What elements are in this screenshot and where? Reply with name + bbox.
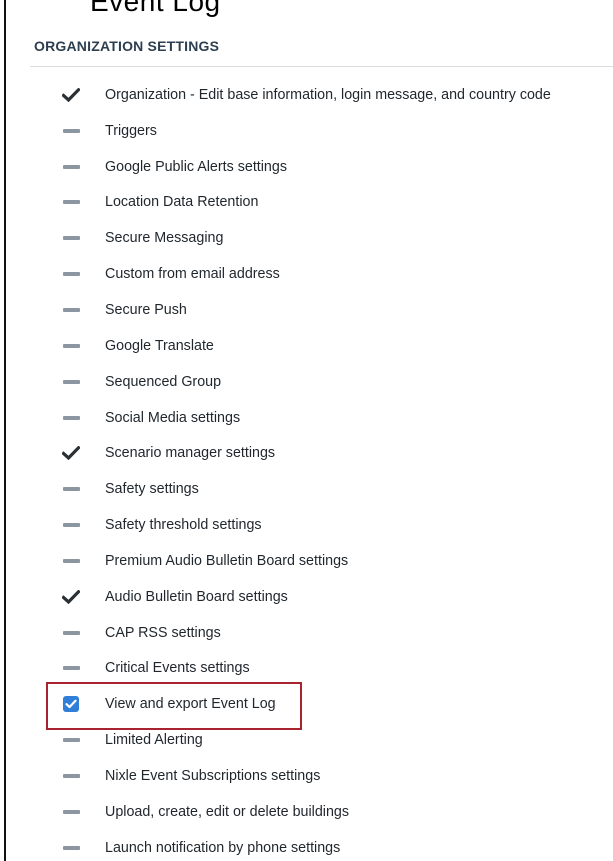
setting-row: Critical Events settings bbox=[0, 651, 613, 687]
setting-label: Critical Events settings bbox=[105, 660, 250, 677]
dash-icon bbox=[61, 838, 81, 858]
setting-row: Launch notification by phone settings bbox=[0, 830, 613, 861]
dash-icon bbox=[61, 300, 81, 320]
setting-row: Audio Bulletin Board settings bbox=[0, 579, 613, 615]
setting-label: Google Translate bbox=[105, 337, 214, 354]
setting-label: Social Media settings bbox=[105, 409, 241, 426]
setting-label: Safety threshold settings bbox=[105, 517, 262, 534]
dash-icon bbox=[61, 766, 81, 786]
setting-label: Secure Push bbox=[105, 301, 187, 318]
setting-label: Organization - Edit base information, lo… bbox=[105, 86, 551, 103]
organization-settings-page: Event Log ORGANIZATION SETTINGS Organiza… bbox=[0, 0, 613, 861]
setting-row: Social Media settings bbox=[0, 400, 613, 436]
dash-icon bbox=[61, 515, 81, 535]
highlight-annotation-box bbox=[46, 682, 302, 730]
setting-label: Premium Audio Bulletin Board settings bbox=[105, 552, 349, 569]
dash-icon bbox=[61, 658, 81, 678]
setting-label: Sequenced Group bbox=[105, 373, 222, 390]
setting-row: Secure Messaging bbox=[0, 220, 613, 256]
dash-icon bbox=[61, 730, 81, 750]
section-divider bbox=[30, 66, 613, 67]
dash-icon bbox=[61, 228, 81, 248]
dash-icon bbox=[61, 551, 81, 571]
checkmark-icon bbox=[61, 85, 81, 105]
setting-label: Google Public Alerts settings bbox=[105, 158, 287, 175]
setting-row: Custom from email address bbox=[0, 256, 613, 292]
setting-row: Premium Audio Bulletin Board settings bbox=[0, 543, 613, 579]
setting-label: Triggers bbox=[105, 122, 157, 139]
setting-label: Limited Alerting bbox=[105, 732, 203, 749]
setting-row: Google Translate bbox=[0, 328, 613, 364]
setting-label: Scenario manager settings bbox=[105, 445, 276, 462]
dash-icon bbox=[61, 121, 81, 141]
setting-row: Sequenced Group bbox=[0, 364, 613, 400]
setting-row: Upload, create, edit or delete buildings bbox=[0, 794, 613, 830]
dash-icon bbox=[61, 479, 81, 499]
cropped-heading-text: Event Log bbox=[90, 0, 221, 17]
dash-icon bbox=[61, 264, 81, 284]
setting-label: Nixle Event Subscriptions settings bbox=[105, 767, 321, 784]
dash-icon bbox=[61, 192, 81, 212]
setting-row: Safety settings bbox=[0, 471, 613, 507]
setting-label: Safety settings bbox=[105, 481, 199, 498]
dash-icon bbox=[61, 408, 81, 428]
setting-row: Organization - Edit base information, lo… bbox=[0, 77, 613, 113]
checkmark-icon bbox=[61, 443, 81, 463]
setting-label: CAP RSS settings bbox=[105, 624, 221, 641]
setting-label: Audio Bulletin Board settings bbox=[105, 588, 288, 605]
dash-icon bbox=[61, 336, 81, 356]
setting-row: Google Public Alerts settings bbox=[0, 149, 613, 185]
section-title: ORGANIZATION SETTINGS bbox=[34, 38, 220, 54]
setting-label: Custom from email address bbox=[105, 266, 280, 283]
setting-row: CAP RSS settings bbox=[0, 615, 613, 651]
setting-label: Launch notification by phone settings bbox=[105, 839, 341, 856]
setting-row: Secure Push bbox=[0, 292, 613, 328]
setting-label: Location Data Retention bbox=[105, 194, 259, 211]
setting-label: Upload, create, edit or delete buildings bbox=[105, 803, 349, 820]
setting-row: Triggers bbox=[0, 113, 613, 149]
dash-icon bbox=[61, 623, 81, 643]
settings-list: Organization - Edit base information, lo… bbox=[0, 77, 613, 861]
checkmark-icon bbox=[61, 587, 81, 607]
dash-icon bbox=[61, 157, 81, 177]
setting-row: Location Data Retention bbox=[0, 185, 613, 221]
setting-row: Nixle Event Subscriptions settings bbox=[0, 758, 613, 794]
dash-icon bbox=[61, 372, 81, 392]
setting-label: Secure Messaging bbox=[105, 230, 224, 247]
setting-row: Safety threshold settings bbox=[0, 507, 613, 543]
dash-icon bbox=[61, 802, 81, 822]
setting-row: Scenario manager settings bbox=[0, 435, 613, 471]
